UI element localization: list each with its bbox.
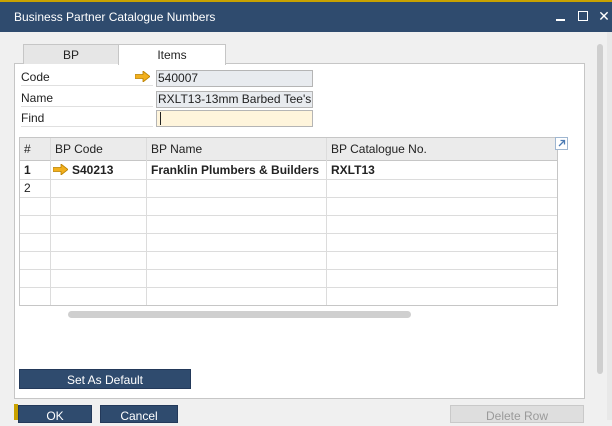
- grid-line: [20, 197, 557, 198]
- vertical-scrollbar[interactable]: [597, 44, 603, 374]
- column-header-bp-name[interactable]: BP Name: [147, 138, 327, 160]
- horizontal-scrollbar[interactable]: [68, 311, 411, 318]
- find-label: Find: [21, 110, 153, 127]
- minimize-icon: [556, 19, 565, 21]
- column-header-number[interactable]: #: [20, 138, 51, 160]
- expand-grid-icon[interactable]: [555, 137, 568, 150]
- ok-button[interactable]: OK: [18, 405, 92, 423]
- grid-line: [20, 215, 557, 216]
- catalogue-no-cell[interactable]: [327, 179, 556, 197]
- grid-line: [20, 269, 557, 270]
- bp-code-cell[interactable]: S40213: [68, 161, 146, 179]
- grid-line: [20, 233, 557, 234]
- column-header-bp-code[interactable]: BP Code: [51, 138, 147, 160]
- window-title: Business Partner Catalogue Numbers: [14, 10, 216, 24]
- minimize-button[interactable]: [553, 8, 569, 24]
- bp-name-cell[interactable]: [147, 179, 326, 197]
- delete-row-button[interactable]: Delete Row: [450, 405, 584, 423]
- grid-header: # BP Code BP Name BP Catalogue No.: [20, 138, 557, 161]
- grid-line: [20, 251, 557, 252]
- row-number: 2: [24, 181, 31, 195]
- name-label: Name: [21, 90, 153, 107]
- maximize-icon: [578, 11, 588, 21]
- window-right-edge: [607, 32, 612, 420]
- close-icon: ✕: [598, 8, 610, 24]
- catalogue-grid: # BP Code BP Name BP Catalogue No. 1 S40…: [19, 137, 558, 306]
- tab-bp-label: BP: [62, 48, 79, 62]
- code-field[interactable]: 540007: [156, 70, 313, 87]
- bp-code-cell[interactable]: [51, 179, 146, 197]
- row-number: 1: [24, 163, 31, 177]
- grid-line: [20, 287, 557, 288]
- set-as-default-button[interactable]: Set As Default: [19, 369, 191, 389]
- tab-items-label: Items: [157, 48, 187, 62]
- text-caret: [160, 112, 161, 125]
- link-arrow-icon[interactable]: [135, 71, 150, 82]
- bp-name-cell[interactable]: Franklin Plumbers & Builders: [147, 161, 326, 179]
- catalogue-no-cell[interactable]: RXLT13: [327, 161, 556, 179]
- code-label: Code: [21, 69, 153, 86]
- cancel-button[interactable]: Cancel: [100, 405, 178, 423]
- grid-divider: [50, 138, 51, 305]
- close-button[interactable]: ✕: [596, 8, 612, 24]
- tab-items[interactable]: Items: [118, 44, 226, 65]
- find-input[interactable]: [156, 110, 313, 127]
- column-header-catalogue-no[interactable]: BP Catalogue No.: [327, 138, 557, 160]
- tab-bp[interactable]: BP: [23, 44, 119, 64]
- title-bar: Business Partner Catalogue Numbers ✕: [0, 2, 612, 32]
- name-field[interactable]: RXLT13-13mm Barbed Tee's: [156, 91, 313, 108]
- link-arrow-icon[interactable]: [53, 164, 68, 175]
- maximize-button[interactable]: [575, 8, 591, 24]
